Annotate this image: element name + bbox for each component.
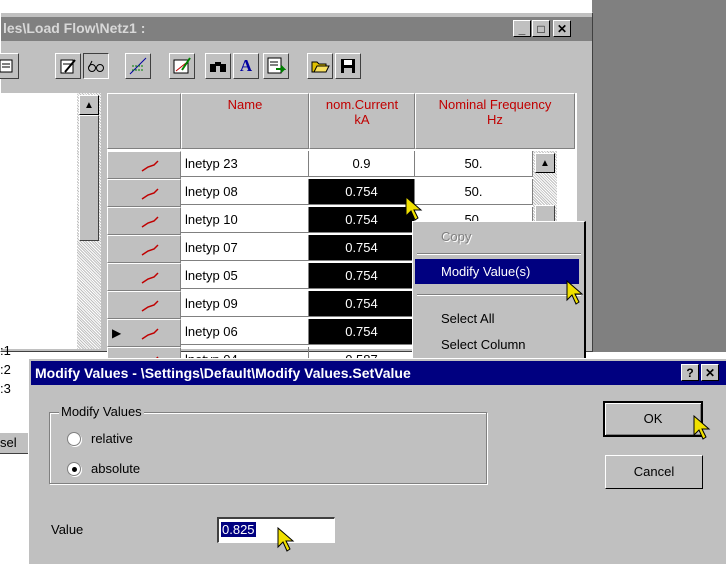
arrow-up-icon[interactable]: ▲ — [535, 153, 555, 173]
cell-name[interactable]: lnetyp 07 — [181, 235, 309, 261]
row-pointer-icon: ▶ — [112, 326, 122, 340]
menu-item-select-column[interactable]: Select Column — [415, 332, 581, 357]
mouse-cursor-icon — [405, 196, 423, 221]
tree-label-1: :1 — [0, 343, 11, 358]
arrow-up-icon[interactable]: ▲ — [79, 95, 99, 115]
column-header-name[interactable]: Name — [181, 93, 309, 149]
close-button[interactable]: ✕ — [553, 20, 571, 37]
cell-name[interactable]: lnetyp 05 — [181, 263, 309, 289]
glasses-icon[interactable] — [83, 53, 109, 79]
menu-separator — [417, 253, 581, 255]
line-type-icon — [141, 160, 159, 172]
cell-nom-current[interactable]: 0.754 — [309, 235, 415, 261]
line-type-icon — [141, 300, 159, 312]
cell-name[interactable]: lnetyp 08 — [181, 179, 309, 205]
value-label: Value — [51, 522, 84, 537]
grid-scrollbar[interactable]: ▲ — [533, 151, 557, 231]
line-type-icon — [141, 244, 159, 256]
toolbar: A — [0, 47, 592, 83]
cell-name[interactable]: lnetyp 23 — [181, 151, 309, 177]
dialog-close-button[interactable]: ✕ — [701, 364, 719, 381]
menu-item-select-all[interactable]: Select All — [415, 306, 581, 331]
radio-absolute[interactable] — [67, 462, 81, 476]
edit-icon[interactable] — [55, 53, 81, 79]
row-header[interactable] — [107, 207, 181, 235]
open-folder-icon[interactable] — [307, 53, 333, 79]
tree-scroll-thumb[interactable] — [79, 115, 99, 241]
tree-scrollbar[interactable]: ▲ — [77, 93, 101, 349]
row-header[interactable] — [107, 151, 181, 179]
binoculars-icon[interactable] — [205, 53, 231, 79]
report-icon[interactable] — [0, 53, 19, 79]
cell-nominal-frequency[interactable]: 50. — [415, 151, 533, 177]
dialog-title: Modify Values - \Settings\Default\Modify… — [35, 365, 411, 381]
cancel-button[interactable]: Cancel — [605, 455, 703, 489]
cell-nom-current[interactable]: 0.754 — [309, 291, 415, 317]
ok-button[interactable]: OK — [603, 401, 703, 437]
mouse-cursor-icon — [277, 527, 295, 552]
value-input-text: 0.825 — [221, 522, 256, 537]
desktop-background — [592, 0, 726, 352]
row-header[interactable] — [107, 291, 181, 319]
mouse-cursor-icon — [693, 415, 711, 440]
modify-values-dialog: Modify Values - \Settings\Default\Modify… — [28, 358, 726, 564]
group-label: Modify Values — [59, 404, 144, 419]
cell-nom-current[interactable]: 0.754 — [309, 207, 415, 233]
line-type-icon — [141, 216, 159, 228]
dialog-titlebar[interactable]: Modify Values - \Settings\Default\Modify… — [31, 361, 726, 385]
row-header[interactable]: ▶ — [107, 319, 181, 347]
column-header-nominal-frequency[interactable]: Nominal Frequency Hz — [415, 93, 575, 149]
menu-item-modify-values[interactable]: Modify Value(s) — [415, 259, 579, 284]
left-tab-label: sel — [0, 435, 17, 450]
cell-nom-current[interactable]: 0.754 — [309, 263, 415, 289]
tree-label-3: :3 — [0, 381, 11, 396]
context-menu: Copy Modify Value(s) Select All Select C… — [412, 221, 586, 361]
menu-item-copy[interactable]: Copy — [415, 224, 581, 249]
radio-relative-label[interactable]: relative — [91, 431, 133, 446]
tree-label-2: :2 — [0, 362, 11, 377]
radio-relative[interactable] — [67, 432, 81, 446]
column-header-nom-current[interactable]: nom.Current kA — [309, 93, 415, 149]
line-type-icon — [141, 328, 159, 340]
help-button[interactable]: ? — [681, 364, 699, 381]
table-row[interactable]: lnetyp 08 0.754 50. — [107, 179, 533, 207]
line-type-icon — [141, 272, 159, 284]
save-icon[interactable] — [335, 53, 361, 79]
row-header[interactable] — [107, 263, 181, 291]
grid-corner — [107, 93, 181, 149]
mouse-cursor-icon — [566, 280, 584, 305]
radio-dot — [72, 467, 77, 472]
minimize-button[interactable]: _ — [513, 20, 531, 37]
cell-nom-current[interactable]: 0.754 — [309, 319, 415, 345]
line-type-icon — [141, 188, 159, 200]
main-window-titlebar[interactable]: les\Load Flow\Netz1 : _ □ ✕ — [1, 17, 592, 41]
cell-name[interactable]: lnetyp 09 — [181, 291, 309, 317]
main-window-title: les\Load Flow\Netz1 : — [3, 20, 146, 36]
cell-nom-current[interactable]: 0.9 — [309, 151, 415, 177]
menu-separator — [417, 294, 581, 296]
value-input[interactable]: 0.825 — [217, 517, 335, 543]
row-header[interactable] — [107, 235, 181, 263]
cell-name[interactable]: lnetyp 10 — [181, 207, 309, 233]
row-header[interactable] — [107, 179, 181, 207]
cell-name[interactable]: lnetyp 06 — [181, 319, 309, 345]
chart-edit-icon[interactable] — [169, 53, 195, 79]
font-icon[interactable]: A — [233, 53, 259, 79]
table-row[interactable]: lnetyp 23 0.9 50. — [107, 151, 533, 179]
chart-icon[interactable] — [125, 53, 151, 79]
cell-nom-current[interactable]: 0.754 — [309, 179, 415, 205]
radio-absolute-label[interactable]: absolute — [91, 461, 140, 476]
cell-nominal-frequency[interactable]: 50. — [415, 179, 533, 205]
export-icon[interactable] — [263, 53, 289, 79]
maximize-button[interactable]: □ — [532, 20, 550, 37]
left-tab[interactable]: sel — [0, 432, 28, 454]
